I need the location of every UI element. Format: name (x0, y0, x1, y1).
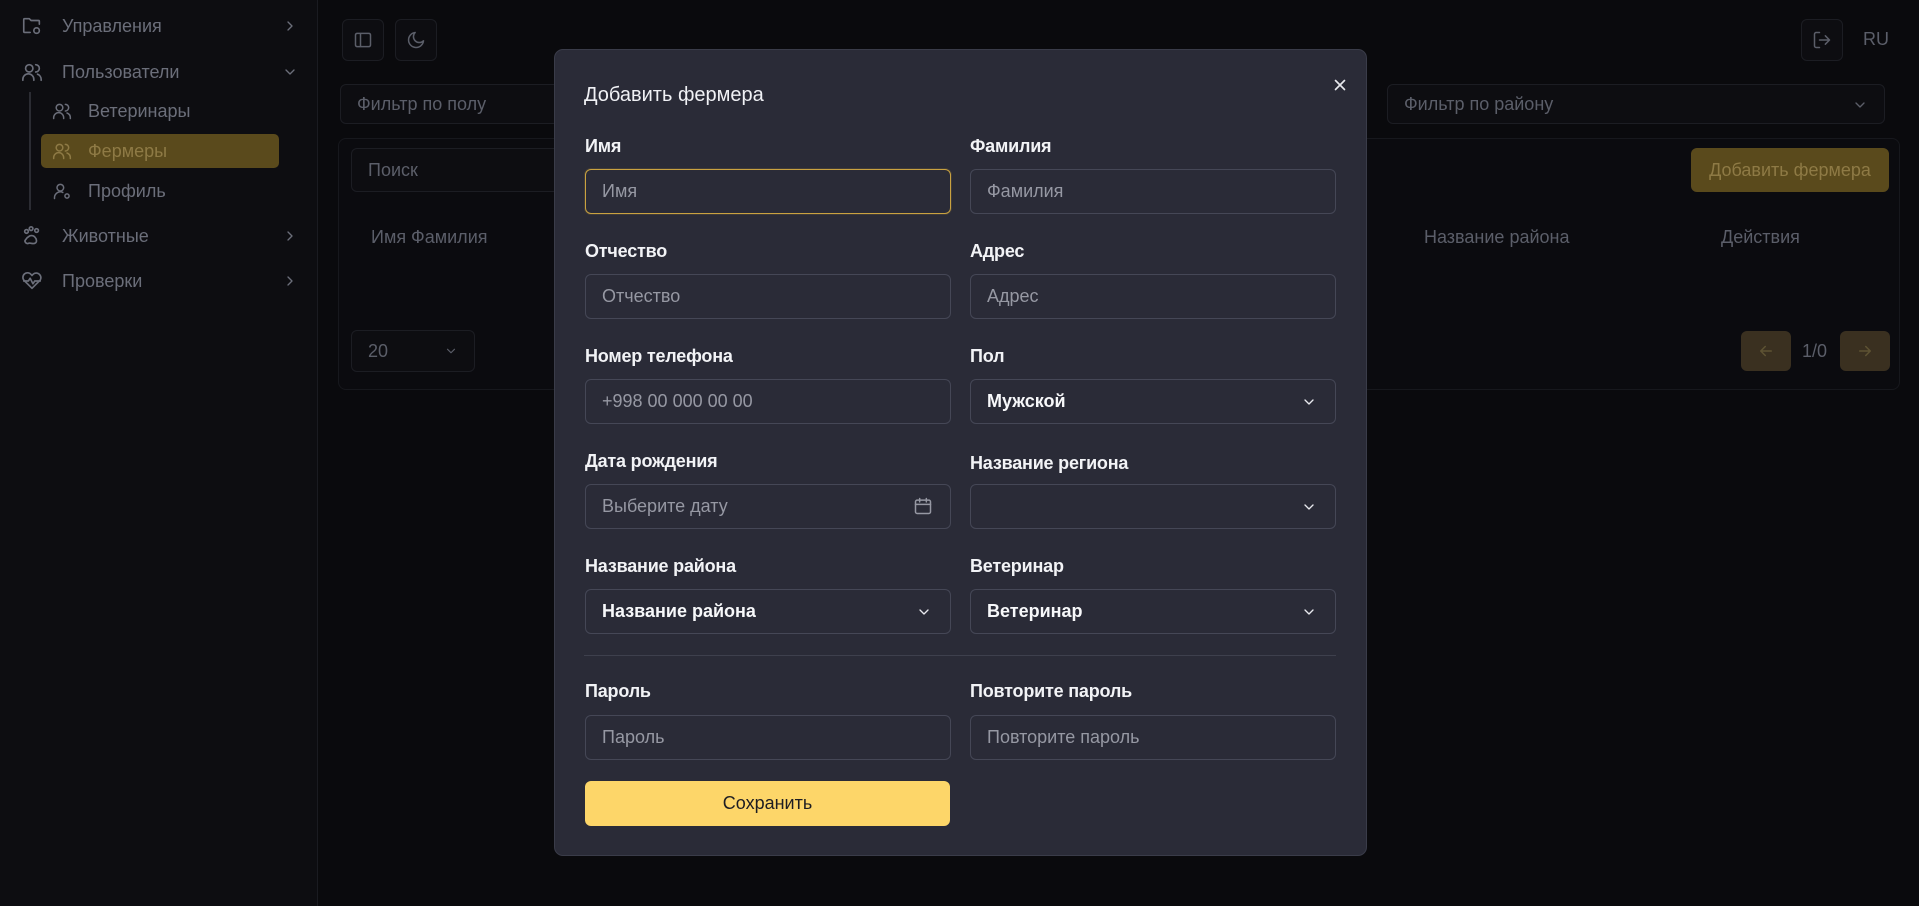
close-button[interactable] (1325, 70, 1355, 100)
logout-icon (1813, 31, 1831, 49)
last-name-label: Фамилия (970, 136, 1052, 156)
arrow-left-icon (1760, 345, 1772, 357)
column-header-name: Имя Фамилия (371, 227, 488, 247)
password-label: Пароль (585, 681, 651, 701)
region-select[interactable] (970, 484, 1336, 529)
gender-label: Пол (970, 346, 1005, 366)
column-header-actions: Действия (1721, 227, 1800, 247)
sidebar-item-veterinarians[interactable]: Ветеринары (41, 94, 279, 128)
sidebar-item-label: Животные (62, 225, 149, 246)
prev-page-button[interactable] (1741, 331, 1791, 371)
submenu-line (29, 92, 31, 210)
chevron-down-icon (446, 348, 456, 354)
sidebar-item-label: Пользователи (62, 61, 180, 82)
users-icon (51, 140, 73, 162)
sidebar-item-farmers[interactable]: Фермеры (41, 134, 279, 168)
sidebar: Управления Пользователи Ветеринары Ферме… (0, 0, 318, 906)
sidebar-item-label: Ветеринары (88, 100, 191, 121)
calendar-icon[interactable] (913, 496, 933, 516)
theme-toggle-button[interactable] (395, 19, 437, 61)
address-input[interactable] (970, 274, 1336, 319)
region-label: Название региона (970, 453, 1129, 473)
language-switch[interactable]: RU (1863, 29, 1889, 50)
next-page-button[interactable] (1840, 331, 1890, 371)
chevron-right-icon (287, 231, 293, 241)
sidebar-toggle-button[interactable] (342, 19, 384, 61)
password-confirm-label: Повторите пароль (970, 681, 1132, 701)
birth-date-label: Дата рождения (585, 451, 718, 471)
filter-gender-select[interactable]: Фильтр по полу (340, 84, 560, 124)
first-name-input[interactable] (585, 169, 951, 214)
sidebar-item-checks[interactable]: Проверки (20, 261, 298, 301)
close-icon (1334, 79, 1346, 91)
users-icon (20, 60, 44, 84)
phone-label: Номер телефона (585, 346, 733, 366)
users-icon (51, 100, 73, 122)
chevron-down-icon (285, 69, 295, 75)
add-farmer-button-bg[interactable]: Добавить фермера (1691, 148, 1889, 192)
veterinarian-label: Ветеринар (970, 556, 1064, 576)
sidebar-item-management[interactable]: Управления (20, 6, 298, 46)
district-select[interactable]: Название района (585, 589, 951, 634)
patronymic-label: Отчество (585, 241, 668, 261)
save-button[interactable]: Сохранить (585, 781, 950, 826)
search-input[interactable]: Поиск (351, 148, 561, 192)
veterinarian-select[interactable]: Ветеринар (970, 589, 1336, 634)
page-size-value: 20 (368, 340, 389, 361)
chevron-down-icon (1304, 504, 1314, 510)
form-divider (584, 655, 1336, 656)
chevron-right-icon (287, 21, 293, 31)
sidebar-item-users[interactable]: Пользователи (20, 52, 298, 92)
patronymic-input[interactable] (585, 274, 951, 319)
chevron-down-icon (919, 609, 929, 615)
page-size-select[interactable]: 20 (351, 330, 475, 372)
filter-district-select[interactable]: Фильтр по району (1387, 84, 1885, 124)
sidebar-item-label: Профиль (88, 180, 166, 201)
chevron-down-icon (1304, 609, 1314, 615)
column-header-district: Название района (1424, 227, 1570, 247)
gender-select[interactable]: Мужской (970, 379, 1336, 424)
animals-icon (20, 224, 44, 248)
add-farmer-modal: Добавить фермера Имя Фамилия Отчество Ад… (554, 49, 1367, 856)
first-name-label: Имя (585, 136, 622, 156)
last-name-input[interactable] (970, 169, 1336, 214)
password-input[interactable] (585, 715, 951, 760)
birth-date-picker[interactable] (585, 484, 951, 529)
sidebar-item-animals[interactable]: Животные (20, 216, 298, 256)
sidebar-item-profile[interactable]: Профиль (41, 174, 279, 208)
logout-button[interactable] (1801, 19, 1843, 61)
moon-icon (407, 31, 425, 49)
arrow-right-icon (1859, 345, 1871, 357)
heart-pulse-icon (20, 269, 44, 293)
sidebar-item-label: Проверки (62, 270, 143, 291)
address-label: Адрес (970, 241, 1025, 261)
sidebar-toggle-icon (354, 32, 372, 48)
gender-value: Мужской (987, 391, 1066, 411)
chevron-down-icon (1855, 102, 1865, 108)
birth-date-input[interactable] (585, 484, 951, 529)
chevron-right-icon (287, 276, 293, 286)
chevron-down-icon (1304, 399, 1314, 405)
pagination-indicator: 1/0 (1802, 341, 1828, 361)
sidebar-item-label: Управления (62, 15, 162, 36)
phone-input[interactable] (585, 379, 951, 424)
sidebar-item-label: Фермеры (88, 140, 168, 161)
filter-district-placeholder: Фильтр по району (1404, 93, 1554, 114)
district-label: Название района (585, 556, 736, 576)
user-icon (51, 180, 73, 202)
folder-settings-icon (20, 14, 44, 38)
modal-title: Добавить фермера (584, 84, 764, 106)
password-confirm-input[interactable] (970, 715, 1336, 760)
veterinarian-value: Ветеринар (987, 601, 1083, 621)
district-value: Название района (602, 601, 756, 621)
